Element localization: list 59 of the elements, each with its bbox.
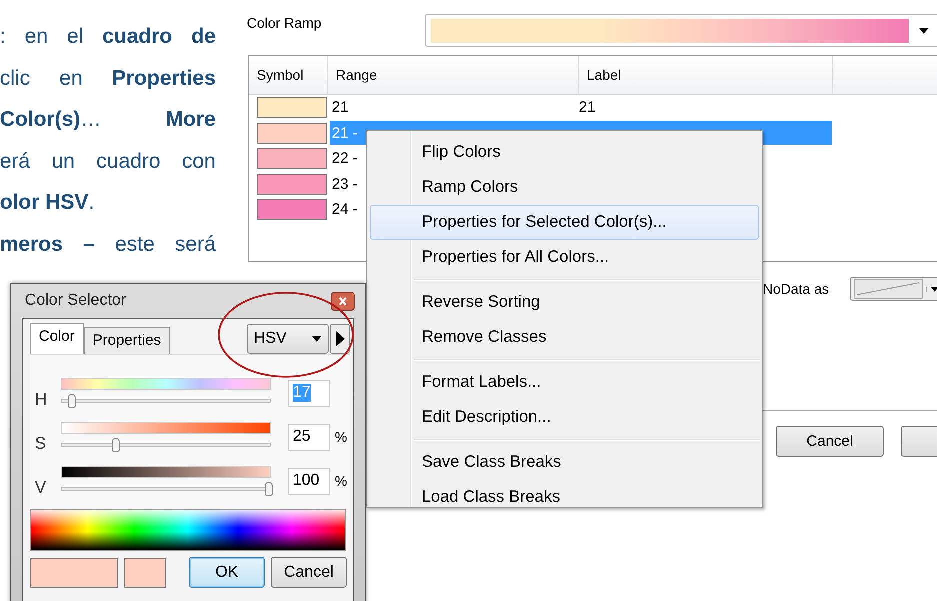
menu-item[interactable]: Ramp Colors <box>370 170 759 205</box>
table-cell: 21 <box>579 99 596 116</box>
color-ramp-dropdown[interactable] <box>425 14 937 47</box>
color-swatch[interactable] <box>257 199 327 220</box>
menu-item[interactable]: Load Class Breaks <box>370 480 759 515</box>
paragraph-line: Color(s)… More <box>0 107 216 133</box>
table-row[interactable]: 21 21 <box>330 96 832 120</box>
paragraph-line: clic en Properties <box>0 66 216 92</box>
menu-item[interactable]: Edit Description... <box>370 400 759 435</box>
paragraph-line: erá un cuadro con <box>0 148 216 174</box>
close-icon[interactable] <box>331 292 355 310</box>
table-cell: 21 - <box>332 124 358 142</box>
mode-dropdown[interactable]: HSV <box>247 324 329 354</box>
color-swatch[interactable] <box>257 174 327 195</box>
color-swatch[interactable] <box>257 122 327 144</box>
cancel-button[interactable]: Cancel <box>776 426 884 457</box>
slider[interactable] <box>61 392 271 408</box>
color-spectrum[interactable] <box>30 509 346 551</box>
slider-thumb[interactable] <box>112 438 120 452</box>
slider[interactable] <box>61 480 271 496</box>
tab[interactable]: Properties <box>84 327 170 354</box>
color-swatch[interactable] <box>257 148 327 170</box>
channel-label: V <box>34 477 48 498</box>
column-header[interactable]: Range <box>328 56 579 94</box>
menu-item[interactable]: Properties for All Colors... <box>370 240 759 275</box>
caret-icon <box>926 286 937 292</box>
slider-thumb[interactable] <box>68 394 76 408</box>
channel-label: S <box>34 433 48 454</box>
menu-item[interactable]: Flip Colors <box>370 135 759 170</box>
menu-item[interactable]: Reverse Sorting <box>370 285 759 320</box>
color-swatch[interactable] <box>257 97 327 118</box>
value-field[interactable]: 25 <box>288 424 330 450</box>
window-title: Color Selector <box>25 292 126 310</box>
dialog-button[interactable]: OK <box>189 557 265 588</box>
color-ramp-label: Color Ramp <box>247 15 323 31</box>
menu-item[interactable]: Save Class Breaks <box>370 445 759 480</box>
paragraph-line: olor HSV. <box>0 190 96 216</box>
menu-item[interactable]: Remove Classes <box>370 320 759 355</box>
slider[interactable] <box>61 436 271 452</box>
slider-thumb[interactable] <box>264 482 273 496</box>
caret-icon <box>312 336 322 342</box>
caret-icon <box>919 28 929 34</box>
play-icon[interactable] <box>330 324 350 354</box>
paragraph-line: : en el cuadro de <box>0 24 216 50</box>
unit-label: % <box>335 473 348 489</box>
nodata-label: NoData as <box>763 281 830 297</box>
column-header[interactable]: Label <box>579 56 833 94</box>
dialog-button[interactable]: Cancel <box>271 557 347 588</box>
menu-item[interactable]: Properties for Selected Color(s)... <box>370 205 759 240</box>
nodata-symbol-dropdown[interactable] <box>850 277 937 301</box>
column-header[interactable]: Symbol <box>249 56 328 94</box>
paragraph-line: meros – este será <box>0 232 216 258</box>
channel-label: H <box>34 389 48 410</box>
tab[interactable]: Color <box>30 323 84 354</box>
unit-label: % <box>335 429 348 445</box>
table-cell: 21 <box>332 99 349 116</box>
value-field[interactable]: 100 <box>288 468 330 494</box>
menu-item[interactable]: Format Labels... <box>370 365 759 400</box>
empty-symbol-icon <box>855 281 921 297</box>
